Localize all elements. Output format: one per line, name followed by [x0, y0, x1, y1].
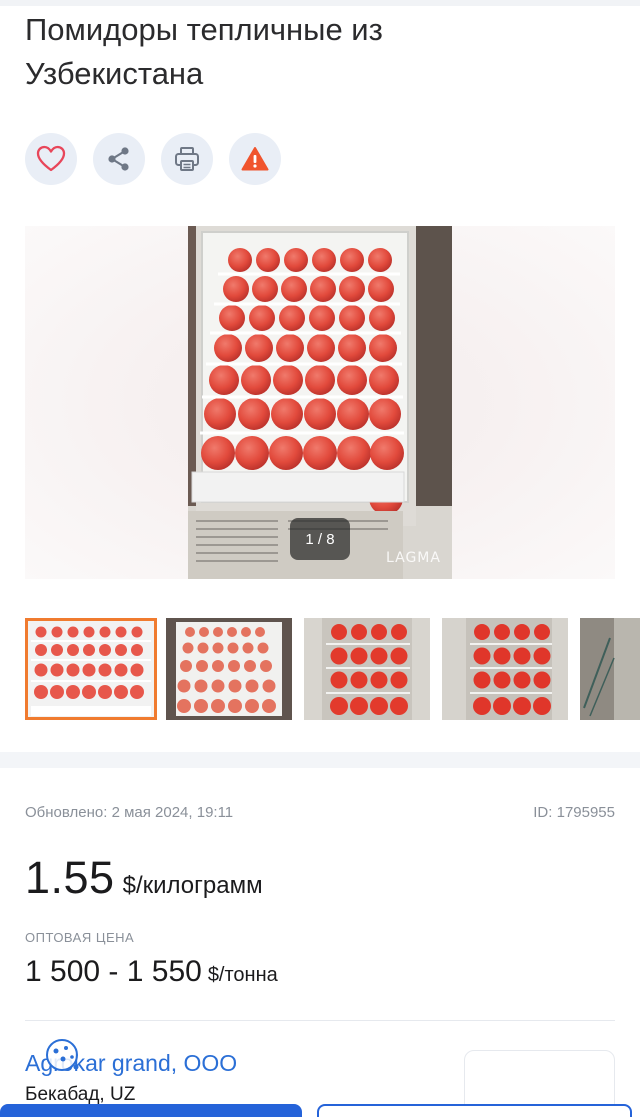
report-button[interactable]: [229, 133, 281, 185]
listing-id: ID: 1795955: [533, 804, 615, 821]
title-line-1: Помидоры тепличные из: [25, 12, 383, 47]
top-bar: [0, 0, 640, 6]
page-title: Помидоры тепличные из Узбекистана: [25, 8, 615, 96]
thumbnail-4[interactable]: [442, 618, 568, 720]
wholesale-label: ОПТОВАЯ ЦЕНА: [25, 930, 135, 945]
thumbnail-image: [166, 618, 292, 720]
contact-button[interactable]: [0, 1104, 302, 1117]
thumbnail-2[interactable]: [166, 618, 292, 720]
price-value: 1.55: [25, 852, 115, 903]
thumbnail-image: [442, 618, 568, 720]
photo-counter: 1 / 8: [290, 518, 350, 560]
thumbnail-3[interactable]: [304, 618, 430, 720]
price-block: 1.55 $/килограмм: [25, 852, 263, 904]
print-button[interactable]: [161, 133, 213, 185]
title-line-2: Узбекистана: [25, 56, 204, 91]
message-button[interactable]: [317, 1104, 632, 1117]
seller-logo: [46, 1039, 79, 1071]
share-icon: [108, 147, 129, 171]
wholesale-unit: $/тонна: [207, 964, 278, 986]
thumbnail-5[interactable]: [580, 618, 640, 720]
updated-timestamp: Обновлено: 2 мая 2024, 19:11: [25, 804, 234, 821]
photo-gallery[interactable]: LAGMA 1 / 8: [25, 226, 615, 579]
seller-separator: [25, 1020, 615, 1021]
wholesale-value: 1 500 - 1 550: [25, 955, 202, 988]
photo-watermark: LAGMA: [386, 550, 441, 566]
thumbnail-strip: [25, 618, 640, 720]
share-button[interactable]: [93, 133, 145, 185]
thumbnail-image: [25, 618, 157, 720]
wholesale-price-block: 1 500 - 1 550 $/тонна: [25, 955, 278, 989]
action-bar: [25, 133, 281, 185]
thumbnail-image: [580, 618, 640, 720]
warning-icon: [241, 147, 269, 171]
thumbnail-image: [304, 618, 430, 720]
price-unit: $/килограмм: [122, 872, 263, 899]
favorite-button[interactable]: [25, 133, 77, 185]
printer-icon: [175, 147, 199, 171]
section-divider: [0, 752, 640, 768]
heart-icon: [36, 145, 66, 172]
seller-location: Бекабад, UZ: [25, 1084, 136, 1105]
thumbnail-1[interactable]: [25, 618, 157, 720]
